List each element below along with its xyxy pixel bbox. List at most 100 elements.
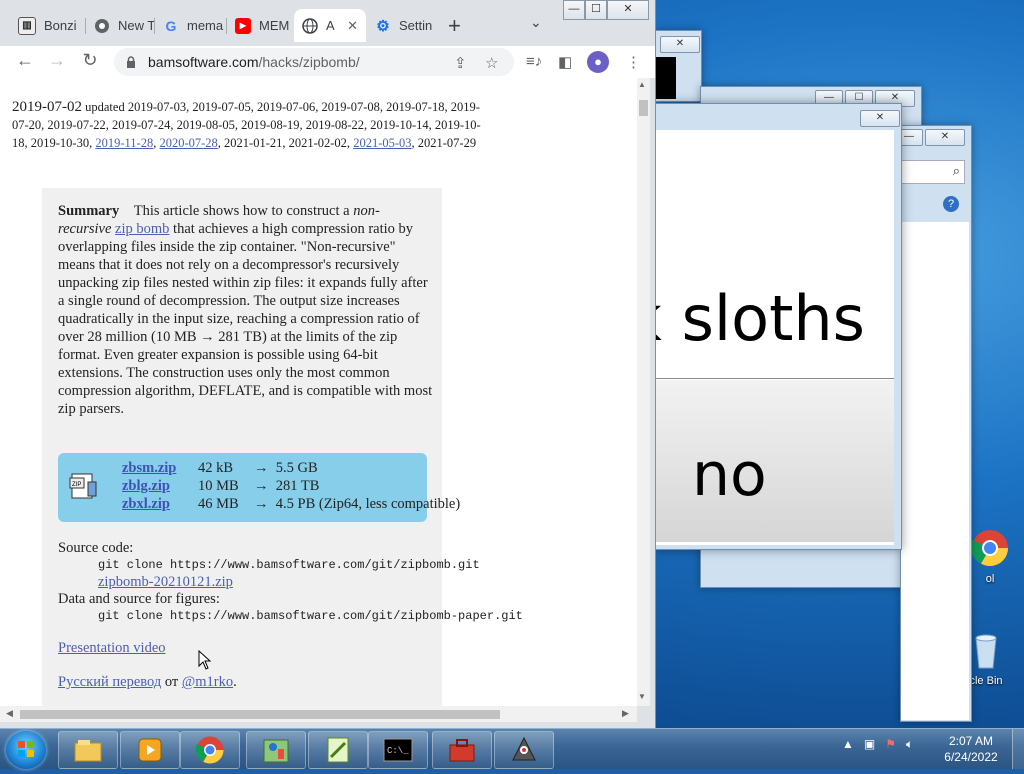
lock-icon [126, 56, 136, 68]
no-button[interactable]: no [656, 380, 894, 542]
vertical-scrollbar[interactable]: ▲ ▼ [637, 78, 650, 706]
scroll-left-icon[interactable]: ◀ [6, 708, 13, 719]
tab-google[interactable]: G mema [155, 9, 225, 42]
tab-label: A [326, 18, 335, 33]
figures-command: git clone https://www.bamsoftware.com/gi… [98, 609, 523, 623]
taskbar-explorer[interactable] [58, 731, 118, 769]
profile-avatar[interactable]: ● [587, 51, 609, 73]
scrollbar-thumb[interactable] [20, 710, 500, 719]
explorer-content [901, 222, 969, 720]
network-icon[interactable]: ▣ [864, 737, 875, 752]
taskbar-paint[interactable] [246, 731, 306, 769]
chrome-icon [94, 18, 110, 34]
translation-from: от [161, 674, 182, 690]
tab-youtube[interactable]: ▶ MEM [227, 9, 293, 42]
source-command: git clone https://www.bamsoftware.com/gi… [98, 558, 480, 572]
presentation-video-link[interactable]: Presentation video [58, 640, 166, 657]
share-icon[interactable]: ⇪ [454, 54, 467, 72]
scroll-up-icon[interactable]: ▲ [638, 80, 646, 89]
update-link[interactable]: 2021-05-03 [353, 136, 411, 150]
show-desktop-button[interactable] [1012, 729, 1024, 769]
new-tab-button[interactable]: + [448, 13, 461, 39]
article-dates: 2019-07-02 updated 2019-07-03, 2019-07-0… [12, 98, 482, 152]
download-result: 281 TB [275, 478, 320, 494]
reload-icon[interactable]: ↻ [78, 50, 102, 71]
maximize-button[interactable]: ☐ [585, 0, 607, 20]
close-window-button[interactable]: ✕ [607, 0, 649, 20]
tab-strip: ▥ Bonzi New T G mema ▶ MEM A ✕ ⚙ Settin … [0, 0, 655, 46]
download-result: 5.5 GB [275, 460, 318, 476]
download-link[interactable]: zblg.zip [122, 478, 198, 495]
chrome-icon [970, 530, 1008, 567]
side-panel-icon[interactable]: ◧ [558, 53, 572, 71]
scroll-right-icon[interactable]: ▶ [622, 708, 629, 719]
back-arrow-icon[interactable]: ← [13, 50, 37, 71]
divider [656, 378, 894, 379]
close-tab-icon[interactable]: ✕ [347, 18, 358, 34]
taskbar-notepad-plus[interactable] [308, 731, 368, 769]
youtube-icon: ▶ [235, 17, 251, 34]
address-bar[interactable]: bamsoftware.com/hacks/zipbomb/ ⇪ ☆ [114, 48, 514, 76]
download-result: 4.5 PB (Zip64, less compatible) [275, 496, 461, 512]
download-row: zblg.zip 10 MB → 281 TB [122, 478, 319, 495]
url-path: /hacks/zipbomb/ [258, 54, 360, 70]
explorer-icon [74, 740, 102, 762]
media-control-icon[interactable]: ≡♪ [526, 53, 542, 70]
scroll-down-icon[interactable]: ▼ [638, 692, 646, 701]
updated-dates: , 2021-01-21, 2021-02-02, [217, 136, 354, 150]
taskbar-cmd[interactable]: C:\_ [368, 731, 428, 769]
forward-arrow-icon[interactable]: → [45, 50, 69, 71]
download-link[interactable]: zbxl.zip [122, 496, 198, 513]
taskbar-toolbox[interactable] [432, 731, 492, 769]
update-link[interactable]: 2019-11-28 [95, 136, 153, 150]
tab-bonzi[interactable]: ▥ Bonzi [10, 9, 84, 42]
taskbar-chrome[interactable] [180, 731, 240, 769]
bookmark-star-icon[interactable]: ☆ [485, 54, 498, 72]
tab-settings[interactable]: ⚙ Settin [367, 9, 435, 42]
translator-link[interactable]: @m1rko [182, 674, 233, 690]
update-link[interactable]: 2020-07-28 [159, 136, 217, 150]
tab-search-button[interactable]: ⌄ [530, 14, 542, 31]
tab-active[interactable]: A ✕ [294, 9, 366, 42]
background-window-explorer[interactable]: — ✕ ⌕ ? [895, 125, 972, 722]
publish-date: 2019-07-02 [12, 99, 82, 115]
clock-time: 2:07 AM [948, 734, 994, 748]
translation-line: Русский перевод от @m1rko. [58, 674, 237, 691]
taskbar-java[interactable] [494, 731, 554, 769]
summary-text: Summary This article shows how to constr… [58, 202, 433, 418]
show-hidden-icons-icon[interactable]: ▲ [842, 737, 854, 752]
start-button[interactable] [6, 731, 46, 769]
scrollbar-thumb[interactable] [639, 100, 648, 116]
zip-bomb-link[interactable]: zip bomb [115, 221, 169, 237]
no-button-label: no [692, 440, 767, 510]
paint-icon [263, 739, 289, 763]
source-zip-link[interactable]: zipbomb-20210121.zip [98, 574, 233, 590]
url-text: bamsoftware.com/hacks/zipbomb/ [148, 54, 360, 70]
clock[interactable]: 2:07 AM 6/24/2022 [940, 733, 1002, 765]
help-icon[interactable]: ? [943, 196, 959, 212]
russian-translation-link[interactable]: Русский перевод [58, 674, 161, 690]
globe-icon [302, 17, 318, 34]
tab-new-tab[interactable]: New T [86, 9, 154, 42]
horizontal-scrollbar[interactable]: ◀ ▶ [0, 706, 637, 722]
notepad-plus-icon [327, 737, 349, 763]
clock-date: 6/24/2022 [944, 750, 998, 764]
close-button[interactable]: ✕ [860, 110, 900, 127]
summary-part: This article shows how to construct a [133, 203, 354, 219]
media-player-icon [138, 738, 162, 762]
background-window-1[interactable]: ✕ [655, 30, 702, 102]
menu-kebab-icon[interactable]: ⋮ [626, 53, 641, 71]
arrow-icon: → [254, 460, 269, 476]
minimize-button[interactable]: — [563, 0, 585, 20]
download-link[interactable]: zbsm.zip [122, 460, 198, 477]
close-button[interactable]: ✕ [660, 36, 700, 53]
tab-label: New T [118, 18, 154, 33]
java-icon [512, 736, 536, 761]
search-box[interactable]: ⌕ [901, 160, 965, 184]
action-center-icon[interactable]: ⚑ [885, 737, 896, 752]
volume-icon[interactable]: 🔈︎ [906, 737, 913, 752]
sloth-dialog-window[interactable]: ✕ k sloths no [626, 103, 902, 550]
browser-toolbar: ← → ↻ bamsoftware.com/hacks/zipbomb/ ⇪ ☆… [0, 46, 655, 78]
taskbar-media-player[interactable] [120, 731, 180, 769]
close-button[interactable]: ✕ [925, 129, 965, 146]
